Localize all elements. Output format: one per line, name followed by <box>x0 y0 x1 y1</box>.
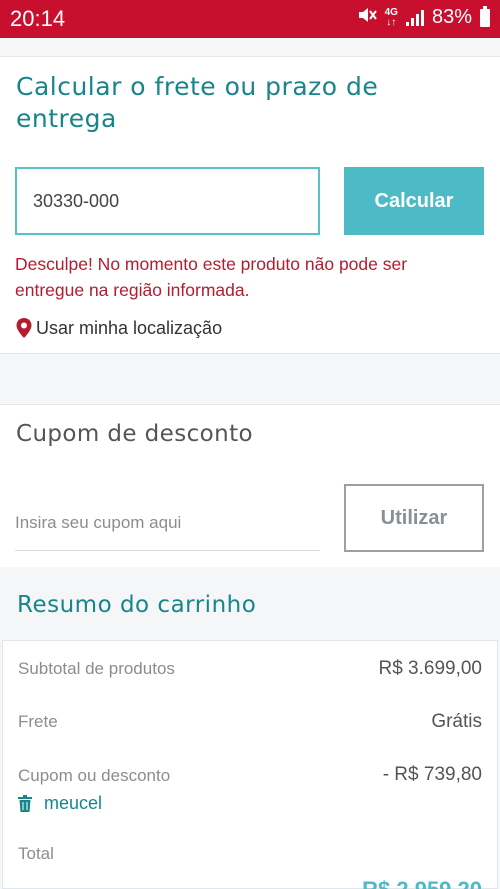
applied-coupon[interactable]: meucel <box>18 793 102 814</box>
cep-input[interactable] <box>15 167 320 235</box>
network-icon: 4G ↓↑ <box>384 6 398 28</box>
coupon-input[interactable] <box>15 495 320 551</box>
discount-value: - R$ 739,80 <box>382 764 482 785</box>
network-label: 4G <box>384 6 398 18</box>
summary-title: Resumo do carrinho <box>17 592 257 618</box>
location-pin-icon <box>15 317 33 339</box>
shipping-value: Grátis <box>431 711 482 732</box>
shipping-title: Calcular o frete ou prazo de entrega <box>16 72 379 133</box>
coupon-title: Cupom de desconto <box>16 421 254 447</box>
subtotal-label: Subtotal de produtos <box>18 659 175 678</box>
discount-label: Cupom ou desconto <box>18 766 171 785</box>
status-time: 20:14 <box>10 6 66 31</box>
battery-percent: 83% <box>431 6 472 28</box>
shipping-section: Calcular o frete ou prazo de entrega Cal… <box>0 56 500 354</box>
coupon-code: meucel <box>44 793 103 813</box>
apply-coupon-button[interactable]: Utilizar <box>344 484 484 552</box>
status-bar: 20:14 4G ↓↑ 83% <box>0 0 500 38</box>
use-location-link[interactable]: Usar minha localização <box>15 317 222 339</box>
battery-icon <box>480 5 490 27</box>
total-label: Total <box>18 844 54 863</box>
mute-icon <box>357 6 377 29</box>
trash-icon[interactable] <box>18 795 32 812</box>
status-icons: 4G ↓↑ 83% <box>357 5 490 29</box>
subtotal-value: R$ 3.699,00 <box>378 658 482 679</box>
coupon-section: Cupom de desconto Utilizar <box>0 404 500 567</box>
total-value: R$ 2.959,20 <box>362 877 482 889</box>
use-location-label: Usar minha localização <box>36 317 223 338</box>
shipping-error-message: Desculpe! No momento este produto não po… <box>15 254 408 300</box>
shipping-label: Frete <box>18 712 58 731</box>
signal-icon <box>405 9 424 26</box>
cart-summary: Subtotal de produtos R$ 3.699,00 Frete G… <box>2 640 498 889</box>
calculate-button[interactable]: Calcular <box>344 167 484 235</box>
